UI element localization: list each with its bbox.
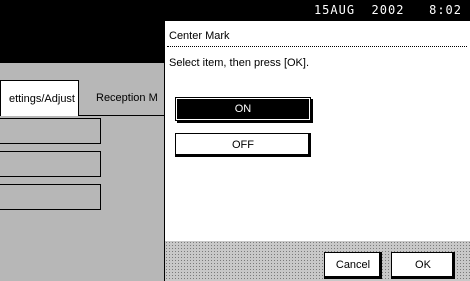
tab-settings-adjust[interactable]: ettings/Adjust (0, 80, 79, 116)
cancel-button[interactable]: Cancel (324, 252, 382, 279)
tab-reception-mode[interactable]: Reception M (84, 80, 164, 116)
tab-divider (79, 115, 164, 116)
center-mark-dialog: Center Mark Select item, then press [OK]… (164, 21, 470, 281)
dialog-instruction: Select item, then press [OK]. (169, 57, 310, 69)
tab-label: ettings/Adjust (8, 93, 75, 105)
option-off-button[interactable]: OFF (175, 133, 311, 157)
setting-field-2[interactable] (0, 151, 101, 177)
option-on-button[interactable]: ON (175, 97, 311, 121)
option-label: OFF (232, 139, 254, 151)
ok-button[interactable]: OK (391, 252, 455, 279)
dialog-footer: Cancel OK (165, 241, 470, 281)
option-label: ON (234, 103, 252, 115)
setting-field-1[interactable] (0, 118, 101, 144)
header-band (0, 21, 164, 63)
printer-panel-screen: 15AUG 2002 8:02 ettings/Adjust Reception… (0, 0, 470, 281)
title-divider (167, 46, 467, 47)
tab-label: Reception M (96, 92, 158, 104)
status-bar: 15AUG 2002 8:02 (0, 0, 470, 21)
setting-field-3[interactable] (0, 184, 101, 210)
dialog-title: Center Mark (169, 30, 230, 42)
datetime-display: 15AUG 2002 8:02 (313, 3, 462, 17)
